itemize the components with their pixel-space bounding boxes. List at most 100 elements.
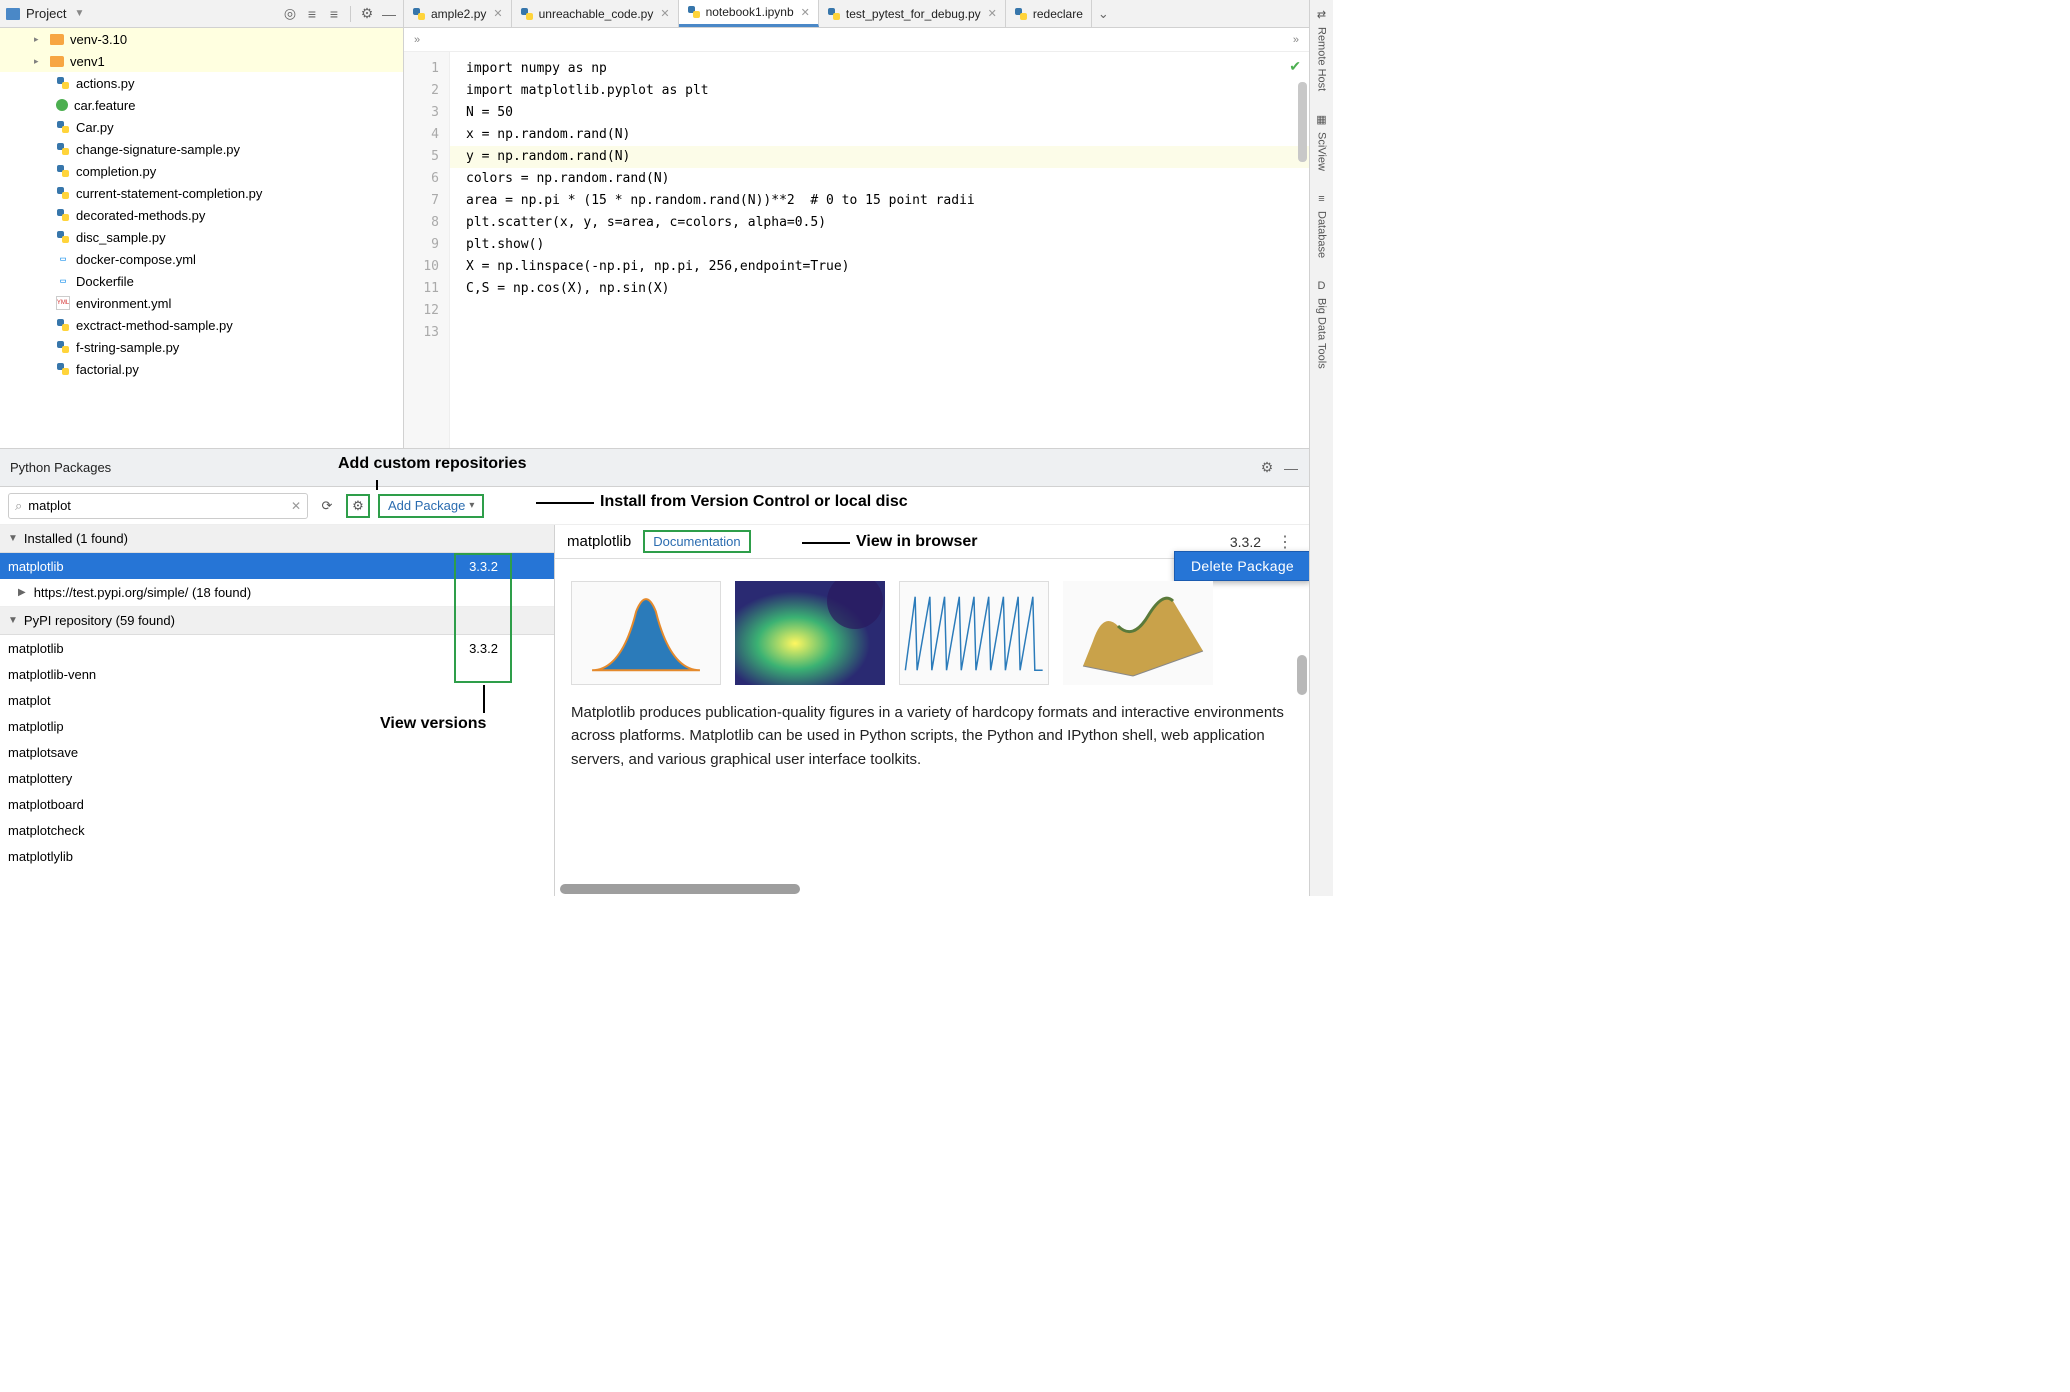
folder-icon xyxy=(50,56,64,67)
package-name: matplotlylib xyxy=(8,849,73,864)
thumbnail-histogram xyxy=(571,581,721,685)
add-package-button[interactable]: Add Package ▾ xyxy=(378,494,484,518)
sub-repo-row[interactable]: ▶ https://test.pypi.org/simple/ (18 foun… xyxy=(0,579,554,607)
tree-item-venv-3-10[interactable]: ▸venv-3.10 xyxy=(0,28,403,50)
breadcrumb[interactable]: » » xyxy=(404,28,1309,52)
chevron-down-icon[interactable]: ▼ xyxy=(74,8,84,19)
tree-item-label: disc_sample.py xyxy=(76,230,166,245)
clear-search-icon[interactable]: ✕ xyxy=(291,499,301,513)
close-icon[interactable]: ✕ xyxy=(660,7,669,20)
repositories-gear-button[interactable]: ⚙ xyxy=(346,494,370,518)
tree-item-factorial-py[interactable]: factorial.py xyxy=(0,358,403,380)
tree-item-actions-py[interactable]: actions.py xyxy=(0,72,403,94)
toolwindow-database[interactable]: Database xyxy=(1316,207,1328,262)
right-tool-sidebar: ⇄Remote Host▦SciView≡DatabaseDBig Data T… xyxy=(1309,0,1333,896)
tree-item-dockerfile[interactable]: ▭Dockerfile xyxy=(0,270,403,292)
gear-icon[interactable]: ⚙ xyxy=(359,6,375,22)
tree-item-label: venv1 xyxy=(70,54,105,69)
tree-item-environment-yml[interactable]: YMLenvironment.yml xyxy=(0,292,403,314)
documentation-link[interactable]: Documentation xyxy=(643,530,750,553)
tab-label: test_pytest_for_debug.py xyxy=(846,7,981,21)
package-row-matplotcheck[interactable]: matplotcheck xyxy=(0,817,554,843)
delete-package-menu-item[interactable]: Delete Package xyxy=(1174,551,1309,581)
remote-host-icon: ⇄ xyxy=(1317,8,1326,21)
installed-section-header[interactable]: ▼ Installed (1 found) xyxy=(0,525,554,553)
chevron-down-icon: ▼ xyxy=(8,615,18,626)
package-row-matplotlylib[interactable]: matplotlylib xyxy=(0,843,554,869)
installed-header-label: Installed (1 found) xyxy=(24,531,128,546)
tree-item-car-py[interactable]: Car.py xyxy=(0,116,403,138)
tree-item-venv1[interactable]: ▸venv1 xyxy=(0,50,403,72)
package-row-matplot[interactable]: matplot xyxy=(0,687,554,713)
tree-item-label: docker-compose.yml xyxy=(76,252,196,267)
packages-header: Python Packages ⚙ — Add custom repositor… xyxy=(0,449,1309,487)
locate-icon[interactable]: ◎ xyxy=(282,6,298,22)
project-toolbar: Project ▼ ◎ ≡ ≡ ⚙ — xyxy=(0,0,403,28)
package-name: matplotlib-venn xyxy=(8,667,96,682)
python-file-icon xyxy=(412,7,426,21)
add-package-label: Add Package xyxy=(388,498,465,513)
editor-scrollbar[interactable] xyxy=(1298,82,1307,162)
horizontal-scrollbar[interactable] xyxy=(560,884,1301,894)
package-row-matplotboard[interactable]: matplotboard xyxy=(0,791,554,817)
project-label[interactable]: Project xyxy=(26,6,66,21)
toolwindow-sciview[interactable]: SciView xyxy=(1316,128,1328,175)
tree-item-car-feature[interactable]: car.feature xyxy=(0,94,403,116)
yaml-file-icon: YML xyxy=(56,296,70,310)
cucumber-feature-icon xyxy=(56,99,68,111)
package-row-matplotsave[interactable]: matplotsave xyxy=(0,739,554,765)
tree-item-exctract-method-sample-py[interactable]: exctract-method-sample.py xyxy=(0,314,403,336)
close-icon[interactable]: ✕ xyxy=(988,7,997,20)
python-file-icon xyxy=(1014,7,1028,21)
search-input[interactable] xyxy=(28,498,285,513)
package-row-matplottery[interactable]: matplottery xyxy=(0,765,554,791)
toolwindow-big-data-tools[interactable]: Big Data Tools xyxy=(1316,294,1328,373)
package-row-matplotlib-installed[interactable]: matplotlib 3.3.2 xyxy=(0,553,554,579)
tab-label: redeclare xyxy=(1033,7,1083,21)
tab-test-pytest-for-debug-py[interactable]: test_pytest_for_debug.py ✕ xyxy=(819,0,1006,27)
tab-ample2-py[interactable]: ample2.py✕ xyxy=(404,0,512,27)
python-file-icon xyxy=(56,318,70,332)
tab-unreachable-code-py[interactable]: unreachable_code.py✕ xyxy=(512,0,679,27)
chevron-right-icon: ▶ xyxy=(18,587,26,598)
thumbnail-heatmap xyxy=(735,581,885,685)
tree-item-f-string-sample-py[interactable]: f-string-sample.py xyxy=(0,336,403,358)
refresh-icon[interactable]: ⟳ xyxy=(316,495,338,517)
hide-panel-icon[interactable]: — xyxy=(1283,460,1299,476)
python-file-icon xyxy=(520,7,534,21)
package-row-matplotlib[interactable]: matplotlib3.3.2 xyxy=(0,635,554,661)
tabs-overflow-chevron[interactable]: ⌄ xyxy=(1092,0,1115,27)
close-icon[interactable]: ✕ xyxy=(801,6,810,19)
toolwindow-remote-host[interactable]: Remote Host xyxy=(1316,23,1328,95)
package-name: matplotboard xyxy=(8,797,84,812)
editor-tabs: ample2.py✕unreachable_code.py✕notebook1.… xyxy=(404,0,1309,28)
package-search-box[interactable]: ⌕ ✕ xyxy=(8,493,308,519)
python-file-icon xyxy=(56,120,70,134)
chevron-down-icon: ▾ xyxy=(469,500,474,511)
hide-panel-icon[interactable]: — xyxy=(381,6,397,22)
tab-redeclare[interactable]: redeclare xyxy=(1006,0,1092,27)
package-version: 3.3.2 xyxy=(469,559,546,574)
tab-notebook1-ipynb[interactable]: notebook1.ipynb✕ xyxy=(679,0,819,27)
tree-item-decorated-methods-py[interactable]: decorated-methods.py xyxy=(0,204,403,226)
pypi-section-header[interactable]: ▼ PyPI repository (59 found) xyxy=(0,607,554,635)
jupyter-file-icon xyxy=(687,5,701,19)
detail-scrollbar[interactable] xyxy=(1297,655,1307,695)
close-icon[interactable]: ✕ xyxy=(493,7,502,20)
tree-item-docker-compose-yml[interactable]: ▭docker-compose.yml xyxy=(0,248,403,270)
tree-item-label: f-string-sample.py xyxy=(76,340,179,355)
python-file-icon xyxy=(56,208,70,222)
tree-item-completion-py[interactable]: completion.py xyxy=(0,160,403,182)
package-row-matplotlib-venn[interactable]: matplotlib-venn xyxy=(0,661,554,687)
expand-all-icon[interactable]: ≡ xyxy=(304,6,320,22)
inspection-ok-icon[interactable]: ✔ xyxy=(1289,58,1301,75)
breadcrumb-chevron-right: » xyxy=(1293,34,1299,46)
collapse-all-icon[interactable]: ≡ xyxy=(326,6,342,22)
gear-icon[interactable]: ⚙ xyxy=(1259,460,1275,476)
tree-item-current-statement-completion-py[interactable]: current-statement-completion.py xyxy=(0,182,403,204)
tree-item-disc-sample-py[interactable]: disc_sample.py xyxy=(0,226,403,248)
package-name: matplotlib xyxy=(8,641,64,656)
kebab-menu-icon[interactable]: ⋮ xyxy=(1273,532,1297,552)
tree-item-change-signature-sample-py[interactable]: change-signature-sample.py xyxy=(0,138,403,160)
package-name: matplottery xyxy=(8,771,72,786)
